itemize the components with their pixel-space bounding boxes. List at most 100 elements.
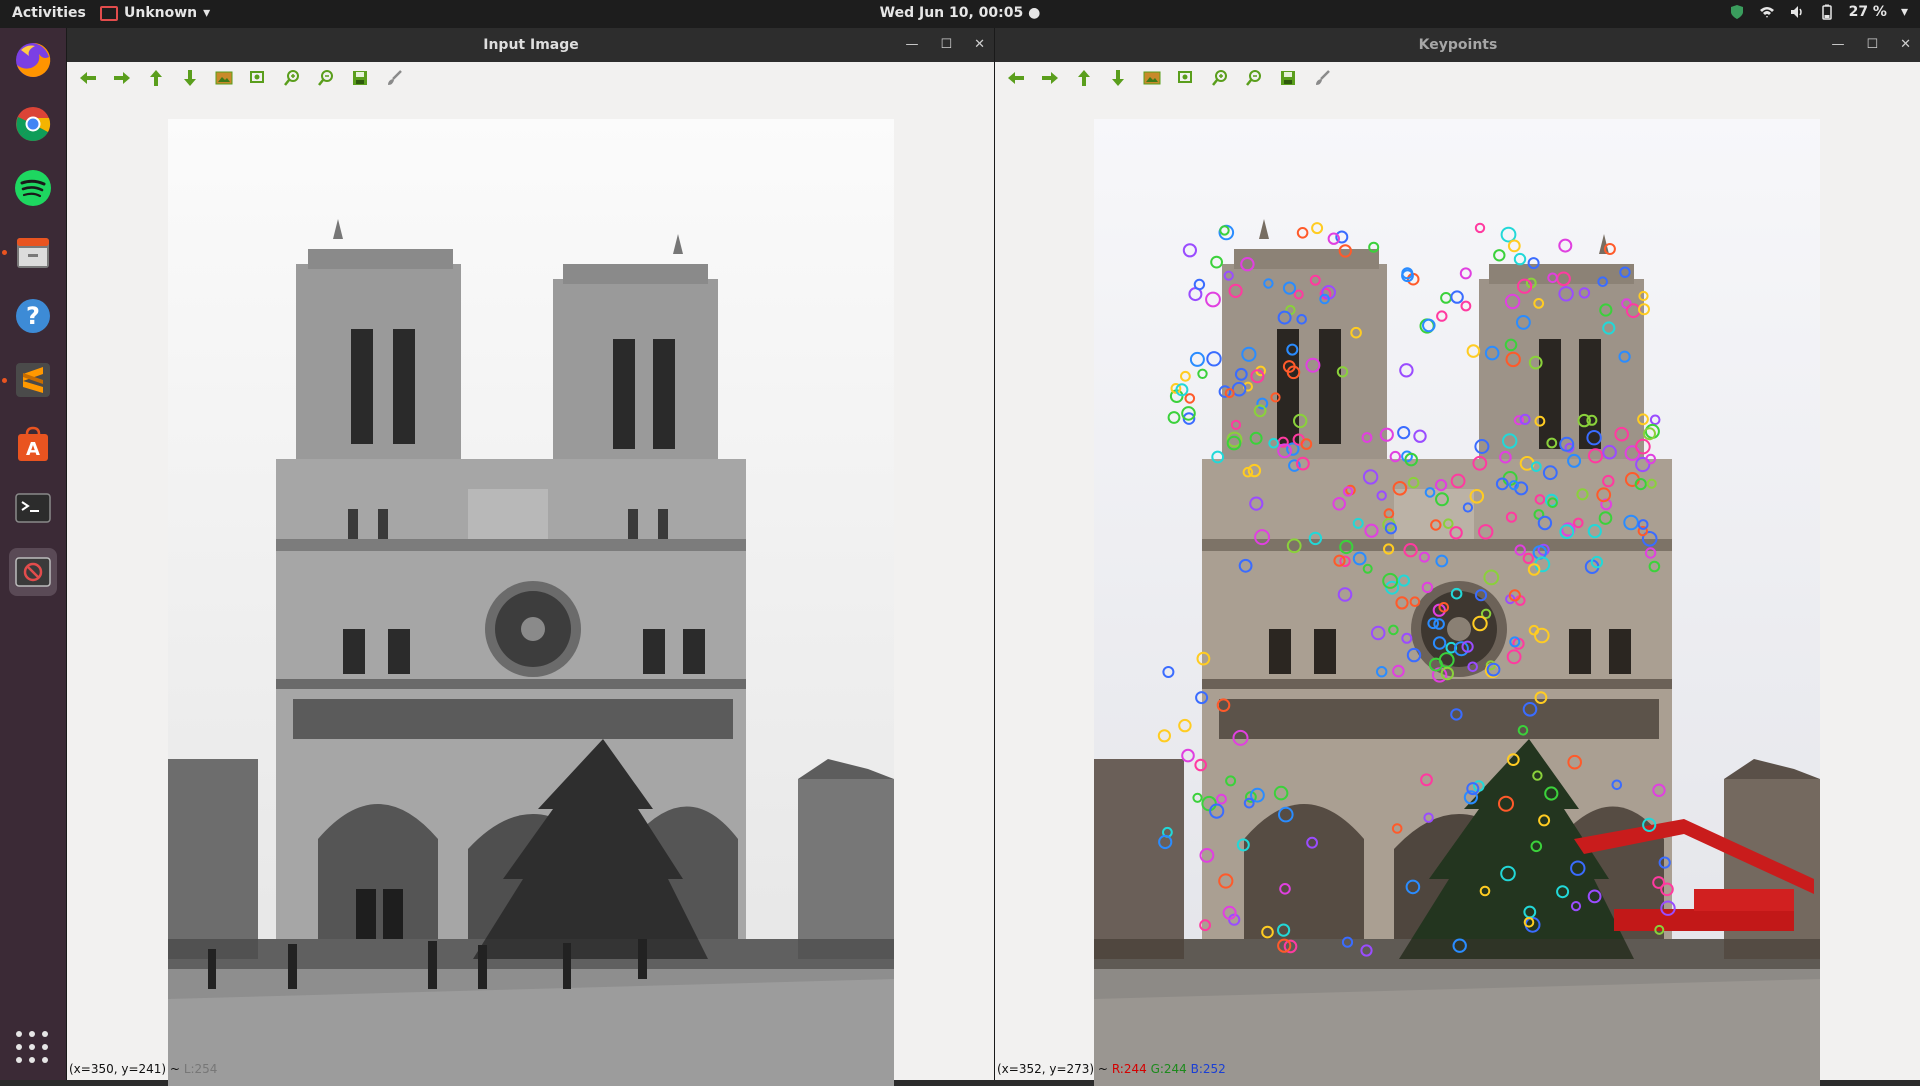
zoom-fit-button[interactable] (213, 67, 235, 89)
cathedral-grayscale-image (168, 119, 894, 1086)
dock-item-terminal[interactable] (9, 484, 57, 532)
clock-container: Wed Jun 10, 00:05 ● (0, 5, 1920, 21)
zoom-out-icon (1246, 70, 1261, 86)
chevron-down-icon: ▾ (203, 5, 211, 21)
close-icon[interactable]: ✕ (974, 28, 985, 62)
app-menu-icon (100, 5, 118, 21)
window-title: Keypoints (1418, 37, 1498, 53)
zoom-in-button[interactable] (1209, 67, 1231, 89)
dock-item-files[interactable] (9, 228, 57, 276)
zoom-original-button[interactable] (247, 67, 269, 89)
system-tray[interactable]: 27 % ▾ (1729, 4, 1908, 20)
software-center-icon: A (18, 426, 48, 461)
zoom-in-button[interactable] (281, 67, 303, 89)
dock-item-chrome[interactable] (9, 100, 57, 148)
running-indicator (2, 378, 7, 383)
maximize-icon[interactable]: ☐ (1866, 28, 1878, 62)
pan-right-button[interactable] (111, 67, 133, 89)
unknown-app-icon (15, 557, 51, 587)
arrow-up-icon (150, 70, 162, 86)
save-button[interactable] (1277, 67, 1299, 89)
zoom-original-button[interactable] (1175, 67, 1197, 89)
zoom-area-icon (250, 71, 264, 83)
pan-up-button[interactable] (1073, 67, 1095, 89)
svg-text:A: A (26, 439, 40, 460)
window-input-image: Input Image — ☐ ✕ (x=350, y=241) ~ L:254 (66, 28, 995, 1086)
minimize-icon[interactable]: — (905, 28, 918, 62)
dock-item-help[interactable]: ? (9, 292, 57, 340)
arrow-right-icon (1042, 72, 1058, 84)
pan-left-button[interactable] (1005, 67, 1027, 89)
pan-up-button[interactable] (145, 67, 167, 89)
picture-icon (215, 71, 233, 85)
arrow-left-icon (1008, 72, 1024, 84)
save-icon (1281, 71, 1295, 85)
running-indicator (2, 250, 7, 255)
zoom-area-icon (1178, 71, 1192, 83)
dock-item-firefox[interactable] (9, 36, 57, 84)
minimize-icon[interactable]: — (1831, 28, 1844, 62)
zoom-in-icon (1212, 70, 1227, 86)
activities-button[interactable]: Activities (12, 5, 86, 21)
brush-icon (388, 70, 402, 85)
pixel-g-value: G:244 (1150, 1062, 1187, 1076)
shield-icon[interactable] (1729, 4, 1745, 20)
status-bar: (x=350, y=241) ~ L:254 (67, 1058, 217, 1080)
app-menu-label: Unknown (124, 5, 198, 21)
window-keypoints: Keypoints — ☐ ✕ (x=352, y=273) ~ R:244 G… (994, 28, 1920, 1086)
picture-icon (1143, 71, 1161, 85)
close-icon[interactable]: ✕ (1900, 28, 1911, 62)
volume-icon[interactable] (1789, 4, 1805, 20)
status-bar: (x=352, y=273) ~ R:244 G:244 B:252 (995, 1058, 1226, 1080)
zoom-in-icon (284, 70, 299, 86)
pan-right-button[interactable] (1039, 67, 1061, 89)
cursor-coordinates: (x=350, y=241) ~ (69, 1062, 180, 1076)
properties-button[interactable] (1311, 67, 1333, 89)
zoom-out-button[interactable] (315, 67, 337, 89)
cathedral-keypoints-image (1094, 119, 1820, 1086)
keypoints-image[interactable] (1094, 119, 1820, 1086)
zoom-out-button[interactable] (1243, 67, 1265, 89)
window-titlebar[interactable]: Keypoints — ☐ ✕ (995, 28, 1920, 62)
pixel-value: L:254 (183, 1062, 218, 1076)
dock-item-software[interactable]: A (9, 420, 57, 468)
brush-icon (1316, 70, 1330, 85)
save-button[interactable] (349, 67, 371, 89)
dock-item-spotify[interactable] (9, 164, 57, 212)
wifi-icon[interactable] (1759, 4, 1775, 20)
pixel-b-value: B:252 (1190, 1062, 1226, 1076)
chrome-icon (16, 107, 51, 141)
app-menu[interactable]: Unknown ▾ (100, 5, 210, 21)
zoom-out-icon (318, 70, 333, 86)
properties-button[interactable] (383, 67, 405, 89)
pan-left-button[interactable] (77, 67, 99, 89)
input-image[interactable] (168, 119, 894, 1086)
terminal-icon (15, 493, 51, 523)
battery-icon[interactable] (1819, 4, 1835, 20)
notification-dot-icon: ● (1028, 5, 1041, 21)
arrow-up-icon (1078, 70, 1090, 86)
arrow-left-icon (80, 72, 96, 84)
svg-text:?: ? (26, 302, 40, 330)
pan-down-button[interactable] (179, 67, 201, 89)
arrow-down-icon (184, 70, 196, 86)
zoom-fit-button[interactable] (1141, 67, 1163, 89)
window-titlebar[interactable]: Input Image — ☐ ✕ (67, 28, 995, 62)
chevron-down-icon: ▾ (1900, 4, 1908, 20)
dock-item-sublime[interactable] (9, 356, 57, 404)
pixel-r-value: R:244 (1111, 1062, 1147, 1076)
help-icon: ? (16, 299, 50, 333)
show-applications-button[interactable] (16, 1031, 50, 1065)
top-bar: Activities Unknown ▾ Wed Jun 10, 00:05 ●… (0, 0, 1920, 28)
image-toolbar (67, 62, 995, 94)
image-toolbar (995, 62, 1920, 94)
clock[interactable]: Wed Jun 10, 00:05 (880, 5, 1024, 21)
arrow-right-icon (114, 72, 130, 84)
sublime-text-icon (16, 363, 50, 397)
maximize-icon[interactable]: ☐ (940, 28, 952, 62)
dock-item-unknown-app[interactable] (9, 548, 57, 596)
cursor-coordinates: (x=352, y=273) ~ (997, 1062, 1108, 1076)
pan-down-button[interactable] (1107, 67, 1129, 89)
firefox-icon (16, 42, 51, 77)
files-icon (17, 238, 49, 268)
